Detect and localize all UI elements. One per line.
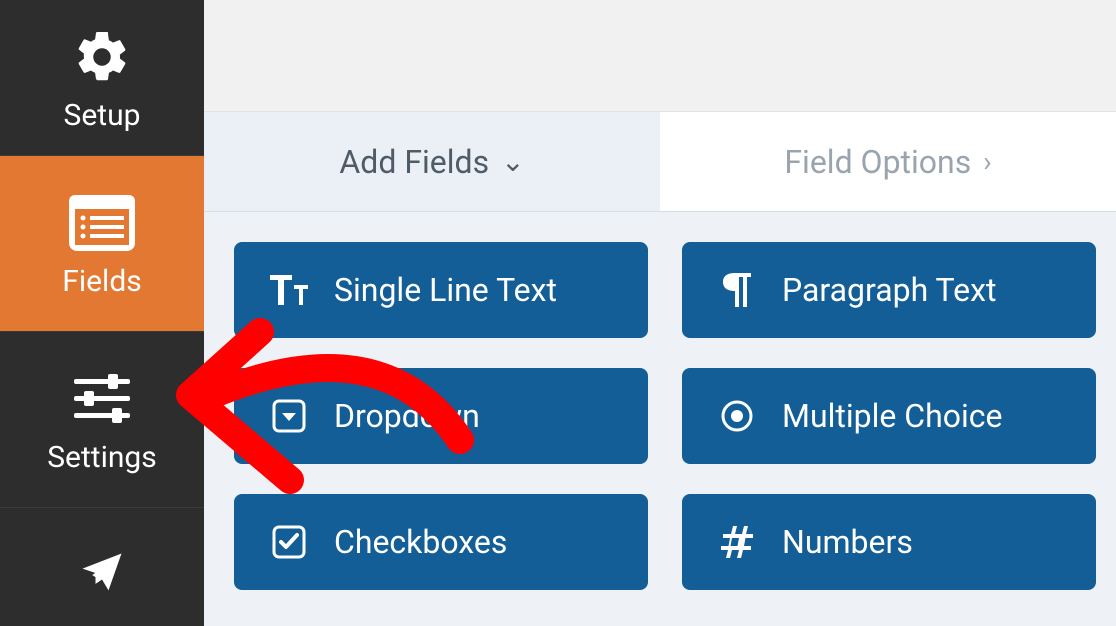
panel-tabs: Add Fields ⌄ Field Options › <box>204 112 1116 212</box>
text-size-icon <box>270 271 308 309</box>
sidebar-item-label: Setup <box>64 98 141 133</box>
tab-add-fields[interactable]: Add Fields ⌄ <box>204 112 660 211</box>
field-label: Single Line Text <box>334 271 557 309</box>
sidebar-item-settings[interactable]: Settings <box>0 332 204 508</box>
sidebar-item-label: Settings <box>47 440 157 475</box>
pilcrow-icon <box>718 271 756 309</box>
main-panel: Add Fields ⌄ Field Options › Single Line… <box>204 0 1116 626</box>
hash-icon <box>718 523 756 561</box>
chevron-down-icon: ⌄ <box>501 145 524 178</box>
fields-grid: Single Line Text Paragraph Text Dropdown… <box>234 242 1096 590</box>
fields-area: Single Line Text Paragraph Text Dropdown… <box>204 212 1116 626</box>
field-label: Multiple Choice <box>782 397 1002 435</box>
field-label: Dropdown <box>334 397 480 435</box>
field-label: Checkboxes <box>334 523 507 561</box>
field-label: Paragraph Text <box>782 271 996 309</box>
sidebar-item-marketing[interactable] <box>0 508 204 626</box>
megaphone-icon <box>71 538 133 608</box>
list-layout-icon <box>69 188 135 258</box>
sliders-icon <box>70 364 134 434</box>
field-single-line-text[interactable]: Single Line Text <box>234 242 648 338</box>
field-dropdown[interactable]: Dropdown <box>234 368 648 464</box>
field-checkboxes[interactable]: Checkboxes <box>234 494 648 590</box>
sidebar-item-setup[interactable]: Setup <box>0 0 204 156</box>
tab-field-options[interactable]: Field Options › <box>660 112 1116 211</box>
sidebar-item-fields[interactable]: Fields <box>0 156 204 332</box>
field-paragraph-text[interactable]: Paragraph Text <box>682 242 1096 338</box>
field-multiple-choice[interactable]: Multiple Choice <box>682 368 1096 464</box>
top-bar <box>204 0 1116 112</box>
tab-label: Add Fields <box>339 143 489 181</box>
sidebar-item-label: Fields <box>62 264 141 299</box>
checkbox-icon <box>270 523 308 561</box>
chevron-right-icon: › <box>983 145 991 178</box>
tab-label: Field Options <box>784 143 971 181</box>
gear-icon <box>72 22 132 92</box>
sidebar: Setup Fields <box>0 0 204 626</box>
field-numbers[interactable]: Numbers <box>682 494 1096 590</box>
dropdown-icon <box>270 397 308 435</box>
field-label: Numbers <box>782 523 913 561</box>
radio-icon <box>718 397 756 435</box>
